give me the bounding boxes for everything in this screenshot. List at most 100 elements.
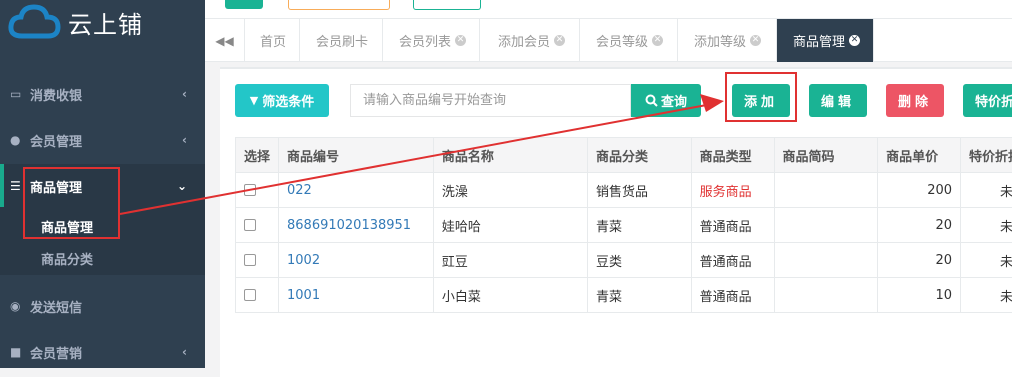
product-code[interactable]: 022 [279,173,434,208]
delete-button[interactable]: 删除 [886,84,944,117]
product-special: 未开 [961,278,1012,313]
chevron-left-icon: ‹ [182,345,187,359]
tab-add-member[interactable]: 添加会员 ✕ [480,19,580,62]
product-category: 豆类 [588,243,692,278]
product-category: 青菜 [588,278,692,313]
column-header: 商品名称 [433,138,587,173]
tab-bar: ◀◀ 首页 会员刷卡 会员列表 ✕ 添加会员 ✕ 会员等级 ✕ 添加等级 ✕ 商… [205,18,1012,62]
product-type: 普通商品 [691,208,774,243]
filter-label: 筛选条件 [262,91,314,110]
product-name: 洗澡 [433,173,587,208]
tab-label: 添加会员 [498,31,550,50]
sidebar-item-sms[interactable]: ◉ 发送短信 [0,284,205,328]
product-panel: ▼ 筛选条件 请输入商品编号开始查询 查询 添加 编辑 删除 特价折 选择 商品… [220,67,1012,377]
tab-label: 添加等级 [694,31,746,50]
product-type: 普通商品 [691,278,774,313]
product-category: 青菜 [588,208,692,243]
tab-home[interactable]: 首页 [246,19,300,62]
column-header: 选择 [236,138,279,173]
filter-button[interactable]: ▼ 筛选条件 [235,84,329,117]
product-name: 娃哈哈 [433,208,587,243]
product-price: 10 [878,278,961,313]
product-price: 20 [878,243,961,278]
top-strip [205,0,1012,18]
tab-label: 会员等级 [596,31,648,50]
product-price: 20 [878,208,961,243]
tab-member-list[interactable]: 会员列表 ✕ [383,19,480,62]
top-button-partial[interactable] [413,0,481,10]
table-header-row: 选择 商品编号 商品名称 商品分类 商品类型 商品简码 商品单价 特价折扣 [236,138,1012,173]
main-content: ▼ 筛选条件 请输入商品编号开始查询 查询 添加 编辑 删除 特价折 选择 商品… [205,62,1012,368]
table-row[interactable]: 022 洗澡 销售货品 服务商品 200 未开 [236,173,1012,208]
product-category: 销售货品 [588,173,692,208]
product-special: 未开 [961,243,1012,278]
product-type: 服务商品 [691,173,774,208]
product-name: 豇豆 [433,243,587,278]
close-icon[interactable]: ✕ [652,35,663,46]
tab-label: 商品管理 [793,31,845,50]
tab-scroll-left-button[interactable]: ◀◀ [205,19,245,62]
product-short-code [774,278,878,313]
briefcase-icon: ■ [10,345,24,359]
close-icon[interactable]: ✕ [849,35,860,46]
chevron-down-icon: ⌄ [177,179,187,193]
table-row[interactable]: 1001 小白菜 青菜 普通商品 10 未开 [236,278,1012,313]
top-button-partial[interactable] [225,0,263,9]
product-type: 普通商品 [691,243,774,278]
product-special: 未开 [961,208,1012,243]
sidebar-item-members[interactable]: ● 会员管理 ‹ [0,118,205,162]
row-checkbox[interactable] [244,219,256,231]
query-label: 查询 [661,91,687,110]
sidebar-item-marketing[interactable]: ■ 会员营销 ‹ [0,330,205,374]
column-header: 商品类型 [691,138,774,173]
product-code[interactable]: 868691020138951 [279,208,434,243]
logo-text: 云上铺 [68,5,143,40]
tab-product-management[interactable]: 商品管理 ✕ [777,19,874,62]
sidebar-item-checkout[interactable]: ▭ 消费收银 ‹ [0,72,205,116]
list-icon: ☰ [10,179,24,193]
annotation-box-menu [23,167,120,239]
submenu-item-product-category[interactable]: 商品分类 [41,249,93,268]
annotation-box-add [725,72,797,122]
row-select [236,173,279,208]
row-checkbox[interactable] [244,254,256,266]
double-chevron-left-icon: ◀◀ [215,34,233,48]
edit-button[interactable]: 编辑 [809,84,867,117]
user-icon: ● [10,133,24,147]
search-icon [645,94,658,107]
cloud-logo-icon [8,2,64,42]
tab-add-level[interactable]: 添加等级 ✕ [678,19,777,62]
product-name: 小白菜 [433,278,587,313]
product-short-code [774,208,878,243]
product-code[interactable]: 1001 [279,278,434,313]
table-row[interactable]: 868691020138951 娃哈哈 青菜 普通商品 20 未开 [236,208,1012,243]
product-short-code [774,173,878,208]
tab-member-level[interactable]: 会员等级 ✕ [580,19,678,62]
sidebar-item-label: 会员管理 [30,131,82,150]
close-icon[interactable]: ✕ [455,35,466,46]
sidebar-item-label: 消费收银 [30,85,82,104]
row-checkbox[interactable] [244,184,256,196]
table-row[interactable]: 1002 豇豆 豆类 普通商品 20 未开 [236,243,1012,278]
card-icon: ▭ [10,87,24,101]
query-button[interactable]: 查询 [631,84,701,117]
chevron-left-icon: ‹ [182,87,187,101]
product-table: 选择 商品编号 商品名称 商品分类 商品类型 商品简码 商品单价 特价折扣 02… [235,137,1012,313]
product-special: 未开 [961,173,1012,208]
row-select [236,208,279,243]
column-header: 特价折扣 [961,138,1012,173]
close-icon[interactable]: ✕ [554,35,565,46]
column-header: 商品分类 [588,138,692,173]
column-header: 商品单价 [878,138,961,173]
top-button-partial[interactable] [288,0,390,10]
row-checkbox[interactable] [244,289,256,301]
row-select [236,243,279,278]
special-discount-button[interactable]: 特价折 [963,84,1012,117]
product-price: 200 [878,173,961,208]
search-input[interactable]: 请输入商品编号开始查询 [350,84,631,117]
product-short-code [774,243,878,278]
close-icon[interactable]: ✕ [750,35,761,46]
product-code[interactable]: 1002 [279,243,434,278]
tab-member-swipe[interactable]: 会员刷卡 [300,19,383,62]
column-header: 商品简码 [774,138,878,173]
